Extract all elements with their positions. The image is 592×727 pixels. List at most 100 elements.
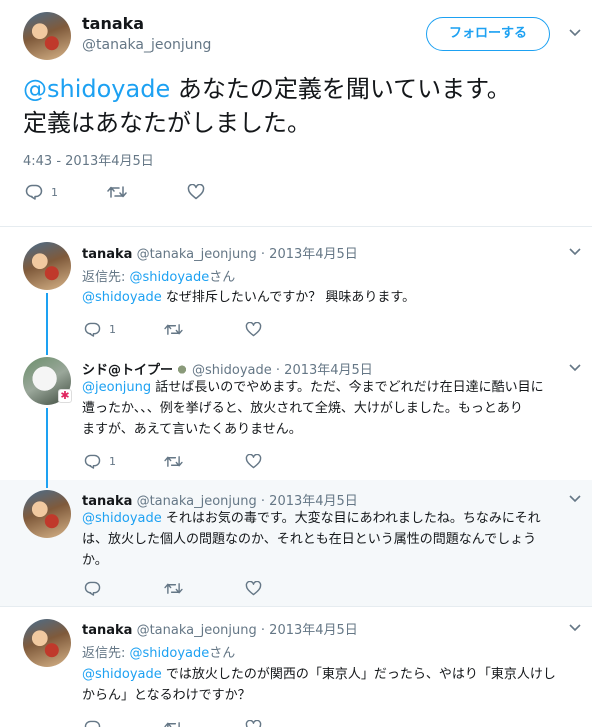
tweet-header: tanaka @tanaka_jeonjung · 2013年4月5日 [82,243,358,262]
retweet-button[interactable] [107,182,127,202]
tweet-text-line3: ますが、あえて言いたくありません。 [82,422,302,437]
author-handle[interactable]: @tanaka_jeonjung [137,494,257,509]
reply-to-suffix: さん [209,270,236,285]
separator: · [256,247,270,262]
author-handle[interactable]: @tanaka_jeonjung [82,37,211,53]
mention-link[interactable]: @shidoyade [82,290,162,305]
tweet-actions: 1 [84,319,284,339]
bird-icon [176,363,189,375]
reply-to-handle[interactable]: @shidoyade [130,646,210,661]
like-icon [245,719,262,727]
reply-tweet[interactable]: tanaka @tanaka_jeonjung · 2013年4月5日 返信先:… [0,227,592,345]
reply-icon [84,322,101,337]
tweet-text-line2: は、放火した個人の問題なのか、それとも在日という属性の問題なんでしょう [82,532,537,547]
avatar[interactable] [23,490,71,538]
chevron-down-icon[interactable] [569,248,581,258]
main-tweet: tanaka @tanaka_jeonjung フォローする @shidoyad… [0,0,592,226]
tweet-header: tanaka @tanaka_jeonjung · 2013年4月5日 [82,490,358,509]
tweet-text: @shidoyade それはお気の毒です。大変な目にあわれましたね。ちなみにそれ… [82,508,578,571]
retweet-button[interactable] [164,319,183,339]
avatar[interactable] [23,242,71,290]
reply-count: 1 [109,454,116,468]
reply-icon [84,454,101,469]
like-button[interactable] [245,578,262,598]
mention-link[interactable]: @shidoyade [82,511,162,526]
like-button[interactable] [245,319,262,339]
tweet-date[interactable]: 2013年4月5日 [269,247,358,262]
tweet-actions: 1 [84,451,284,471]
retweet-button[interactable] [164,578,183,598]
author-name[interactable]: tanaka [82,247,132,262]
reply-count: 1 [51,185,58,199]
author-handle[interactable]: @shidoyade [192,363,272,378]
tweet-text-line1: 話せば長いのでやめます。ただ、今までどれだけ在日達に酷い目に [151,380,544,395]
tweet-actions: 1 [25,182,225,202]
reply-icon [25,184,43,200]
author-handle[interactable]: @tanaka_jeonjung [137,623,257,638]
retweet-icon [107,184,127,200]
reply-to: 返信先: @shidoyadeさん [82,642,235,661]
reply-button[interactable]: 1 [84,451,116,471]
reply-to: 返信先: @shidoyadeさん [82,266,235,285]
tweet-text: @shidoyade では放火したのが関西の「東京人」だったら、やはり「東京人け… [82,664,578,706]
separator: · [271,363,285,378]
like-button[interactable] [187,182,205,202]
tweet-date[interactable]: 2013年4月5日 [284,363,373,378]
reply-button[interactable]: 1 [84,319,116,339]
tweet-text: @jeonjung 話せば長いのでやめます。ただ、今までどれだけ在日達に酷い目に… [82,377,578,440]
separator: · [256,494,270,509]
author-name[interactable]: tanaka [82,494,132,509]
tweet-text-body: なぜ排斥したいんですか？ 興味あります。 [161,290,416,305]
reply-button[interactable] [84,578,101,598]
avatar-badge: ✱ [58,389,72,403]
reply-to-label: 返信先: [82,270,130,285]
like-button[interactable] [245,717,262,727]
reply-to-handle[interactable]: @shidoyade [130,270,210,285]
retweet-icon [164,322,183,337]
retweet-button[interactable] [164,451,183,471]
mention-link[interactable]: @shidoyade [23,75,170,103]
tweet-date[interactable]: 2013年4月5日 [269,623,358,638]
avatar[interactable] [23,12,71,60]
tweet-text-line2: 遭ったか、、、例を挙げると、放火されて全焼、大けがしました。もっとあり [82,401,523,416]
author-name[interactable]: シド@トイプー [82,363,173,378]
tweet-date[interactable]: 2013年4月5日 [269,494,358,509]
like-icon [245,580,262,596]
author-name[interactable]: tanaka [82,623,132,638]
reply-to-label: 返信先: [82,646,130,661]
tweet-text-line2: 定義はあなたがしました。 [23,109,311,137]
retweet-icon [164,581,183,596]
avatar[interactable] [23,619,71,667]
timestamp[interactable]: 4:43 - 2013年4月5日 [23,150,154,169]
follow-button[interactable]: フォローする [426,17,550,51]
author-name[interactable]: tanaka [82,14,144,33]
retweet-icon [164,454,183,469]
retweet-button[interactable] [164,717,183,727]
like-icon [245,321,262,337]
reply-tweet[interactable]: ✱ シド@トイプー @shidoyade · 2013年4月5日 @jeonjun… [0,345,592,480]
reply-button[interactable]: 1 [25,182,58,202]
chevron-down-icon[interactable] [569,624,581,634]
chevron-down-icon[interactable] [569,29,581,39]
focused-reply-tweet[interactable]: tanaka @tanaka_jeonjung · 2013年4月5日 @shi… [0,480,592,606]
reply-icon [84,720,101,727]
reply-icon [84,581,101,596]
tweet-text-line1: あなたの定義を聞いています。 [170,75,511,103]
reply-tweet[interactable]: tanaka @tanaka_jeonjung · 2013年4月5日 返信先:… [0,607,592,727]
thread-line [46,480,48,488]
mention-link[interactable]: @shidoyade [82,667,162,682]
tweet-text: @shidoyade あなたの定義を聞いています。 定義はあなたがしました。 [23,72,578,140]
tweet-text-line3: か。 [82,553,108,568]
chevron-down-icon[interactable] [569,364,581,374]
tweet-text-line2: からん」となるわけですか？ [82,688,251,703]
chevron-down-icon[interactable] [569,495,581,505]
thread-line [46,408,48,480]
like-icon [187,184,205,200]
author-handle[interactable]: @tanaka_jeonjung [137,247,257,262]
retweet-icon [164,720,183,727]
thread-line [46,345,48,355]
like-button[interactable] [245,451,262,471]
mention-link[interactable]: @jeonjung [82,380,151,395]
like-icon [245,453,262,469]
reply-button[interactable] [84,717,101,727]
